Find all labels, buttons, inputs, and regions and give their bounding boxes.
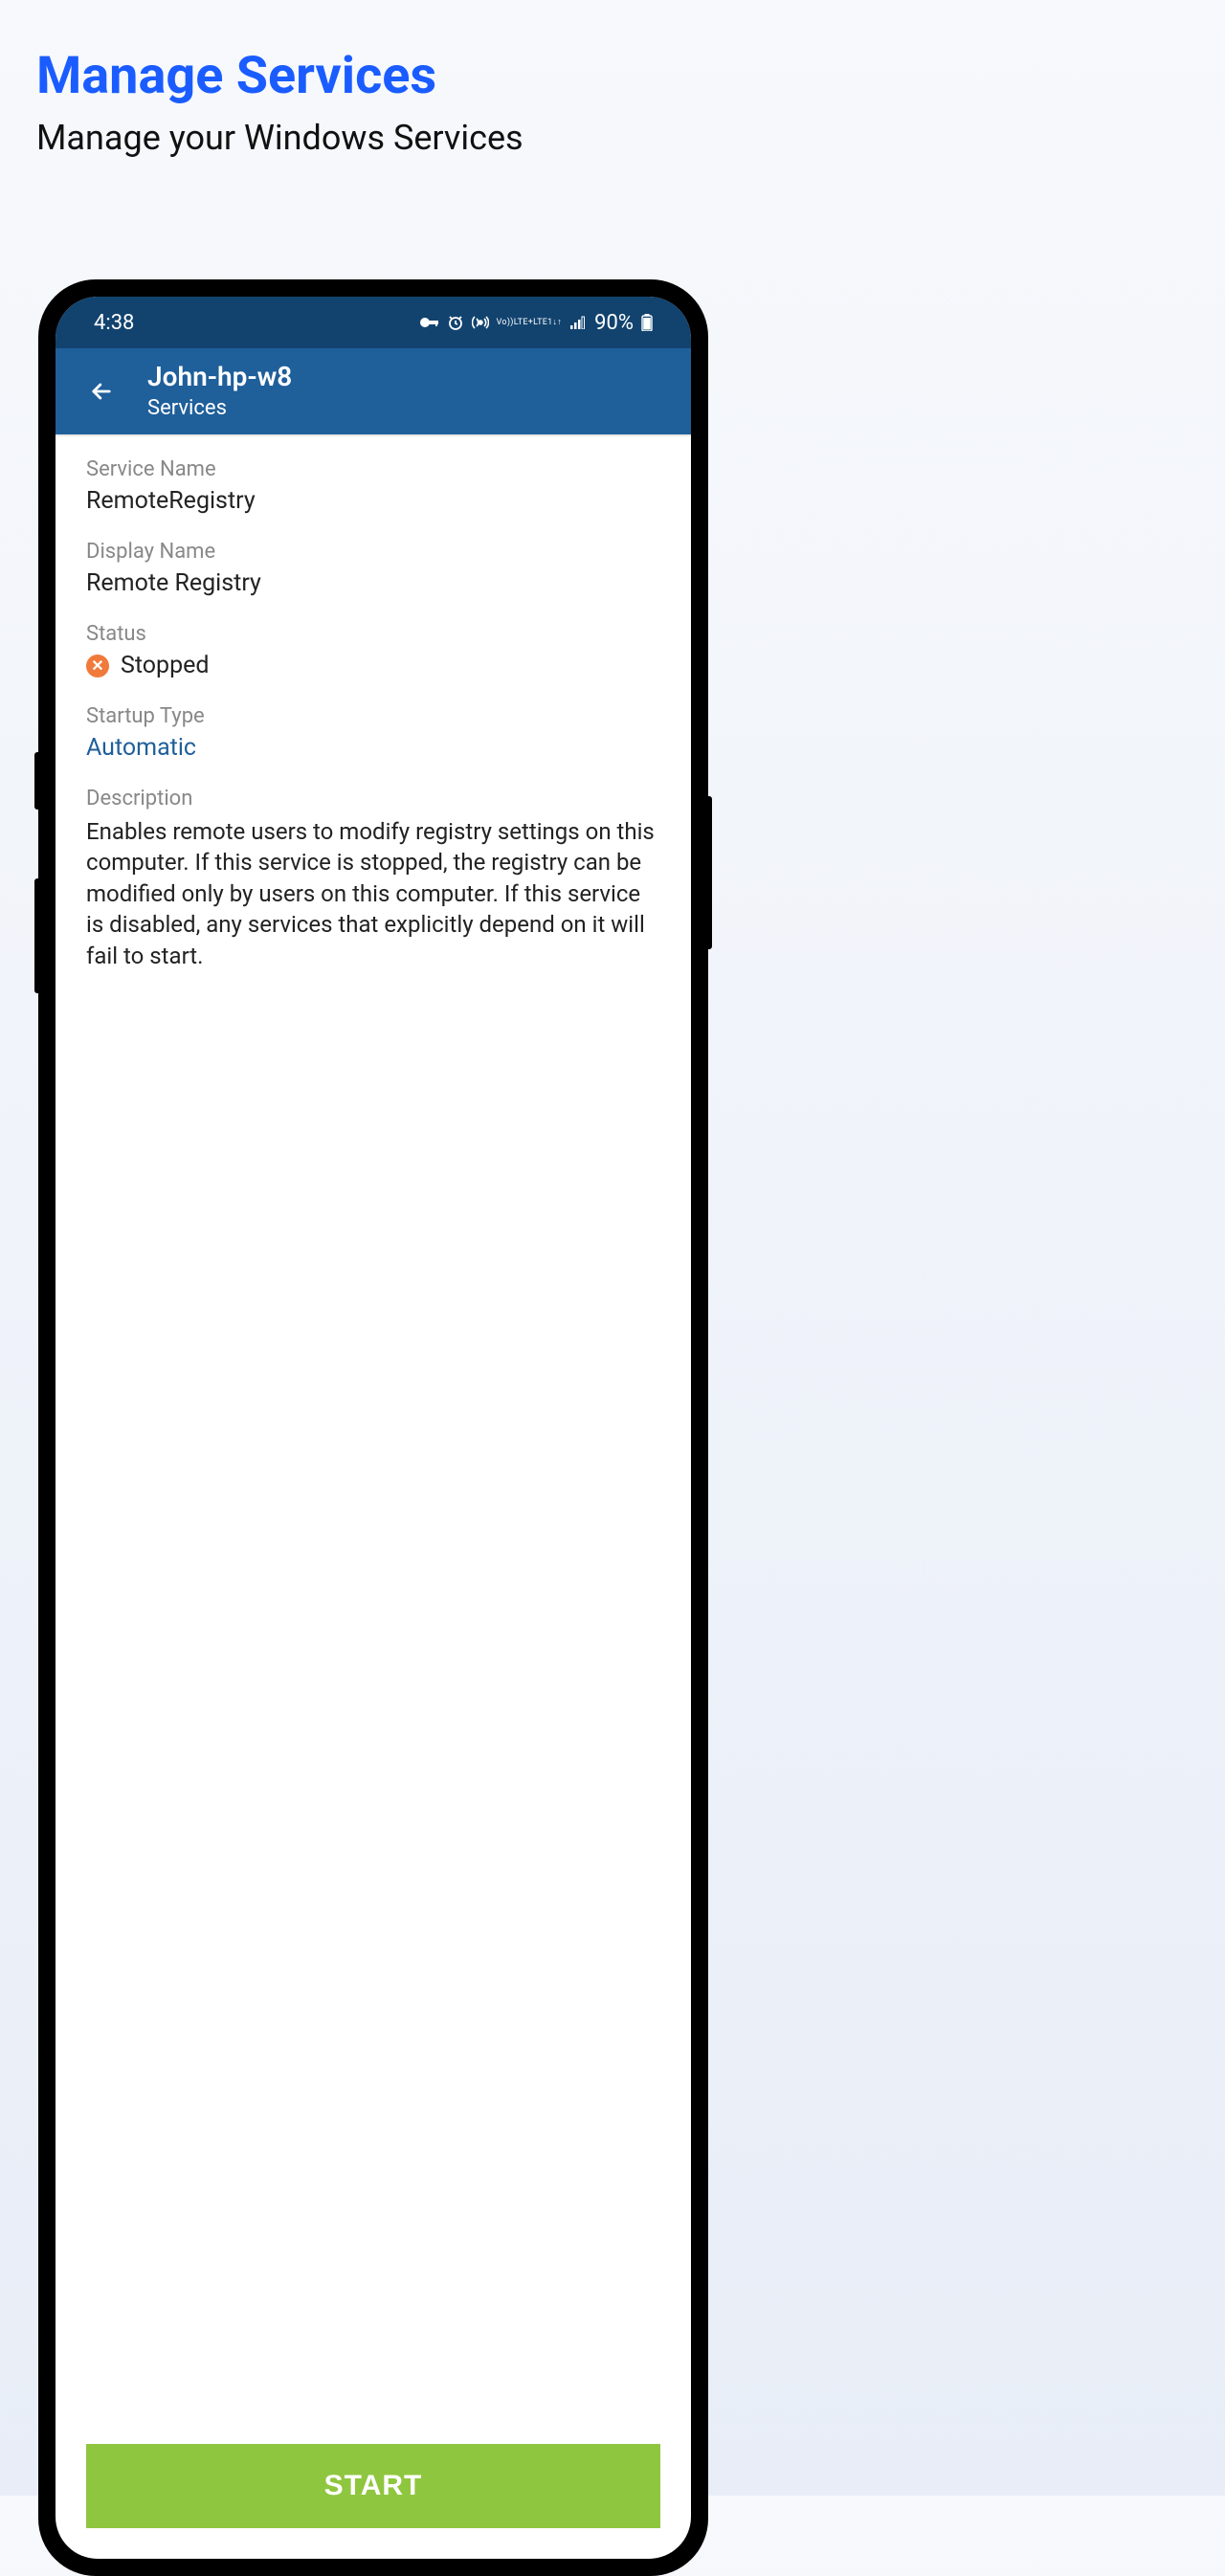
- phone-side-button: [34, 752, 40, 810]
- startup-type-field[interactable]: Startup Type Automatic: [86, 704, 660, 762]
- battery-icon: [641, 314, 653, 331]
- status-field: Status ✕ Stopped: [86, 622, 660, 679]
- status-time: 4:38: [94, 311, 134, 335]
- service-name-label: Service Name: [86, 457, 660, 481]
- display-name-label: Display Name: [86, 540, 660, 564]
- app-bar-subtitle: Services: [147, 396, 292, 420]
- hotspot-icon: [472, 314, 489, 331]
- status-label: Status: [86, 622, 660, 646]
- startup-type-value[interactable]: Automatic: [86, 734, 660, 762]
- display-name-field: Display Name Remote Registry: [86, 540, 660, 597]
- description-label: Description: [86, 787, 660, 811]
- phone-screen: 4:38 Vo)) LTE+LTE1 ↓↑ 90%: [56, 297, 691, 2559]
- app-bar-title: John-hp-w8: [147, 363, 292, 392]
- page-subtitle: Manage your Windows Services: [36, 118, 1225, 158]
- phone-side-button: [34, 878, 40, 993]
- status-value: Stopped: [121, 652, 209, 679]
- back-button[interactable]: [80, 370, 122, 412]
- content-area: Service Name RemoteRegistry Display Name…: [56, 436, 691, 2559]
- phone-side-button: [706, 796, 712, 949]
- start-button[interactable]: START: [86, 2444, 660, 2528]
- description-value: Enables remote users to modify registry …: [86, 816, 660, 971]
- startup-type-label: Startup Type: [86, 704, 660, 728]
- signal-icon: [569, 316, 587, 329]
- status-bar: 4:38 Vo)) LTE+LTE1 ↓↑ 90%: [56, 297, 691, 348]
- vpn-key-icon: [420, 317, 439, 328]
- service-name-field: Service Name RemoteRegistry: [86, 457, 660, 515]
- alarm-icon: [447, 314, 464, 331]
- service-name-value: RemoteRegistry: [86, 487, 660, 515]
- page-title: Manage Services: [36, 46, 1225, 106]
- arrow-left-icon: [88, 378, 115, 405]
- display-name-value: Remote Registry: [86, 569, 660, 597]
- network-type-label: Vo)) LTE+LTE1 ↓↑: [497, 319, 563, 327]
- app-bar: John-hp-w8 Services: [56, 348, 691, 434]
- description-field: Description Enables remote users to modi…: [86, 787, 660, 971]
- phone-frame: 4:38 Vo)) LTE+LTE1 ↓↑ 90%: [38, 279, 708, 2576]
- stopped-icon: ✕: [86, 655, 109, 677]
- battery-percent: 90%: [594, 311, 634, 335]
